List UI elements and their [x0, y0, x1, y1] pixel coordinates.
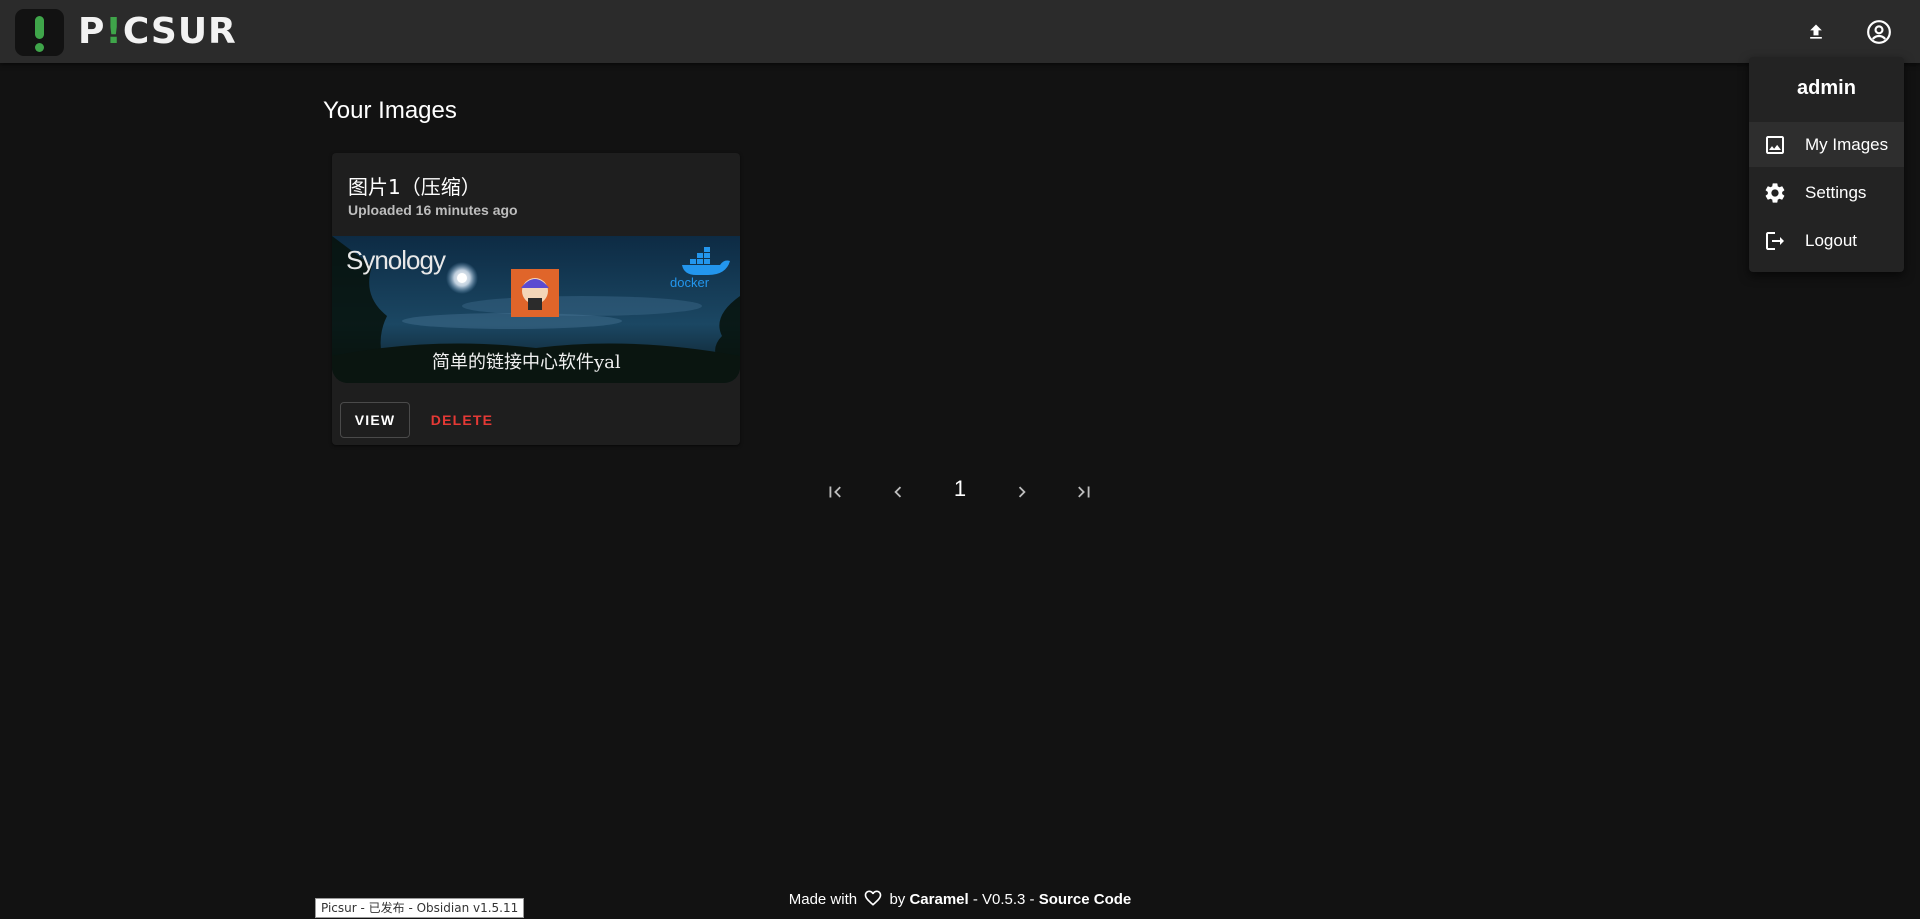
view-button[interactable]: VIEW: [340, 402, 410, 438]
logo-wordmark[interactable]: P!CSUR: [78, 10, 237, 54]
chevron-right-icon: [1018, 486, 1026, 498]
first-page-icon: [829, 486, 841, 498]
upload-button[interactable]: [1799, 15, 1833, 49]
menu-item-logout[interactable]: Logout: [1749, 218, 1904, 263]
author-link[interactable]: Caramel: [909, 891, 968, 908]
thumbnail-tagline: 简单的链接中心软件yal: [432, 352, 621, 373]
image-thumbnail[interactable]: Synology docker 简单的链接中心软件yal: [332, 236, 740, 383]
footer: Made with by Caramel - V0.5.3 - Source C…: [0, 888, 1920, 908]
image-card: 图片1（压缩） Uploaded 16 minutes ago Synology…: [332, 153, 740, 445]
source-code-link[interactable]: Source Code: [1039, 891, 1132, 908]
account-button[interactable]: [1862, 15, 1896, 49]
previous-page-button[interactable]: [880, 474, 916, 510]
upload-time: Uploaded 16 minutes ago: [348, 202, 518, 218]
top-app-bar: P!CSUR: [0, 0, 1920, 63]
svg-text:docker: docker: [670, 275, 710, 290]
delete-button[interactable]: DELETE: [424, 402, 500, 438]
upload-icon: [1810, 24, 1822, 39]
first-page-button[interactable]: [817, 474, 853, 510]
current-page[interactable]: 1: [948, 476, 972, 502]
tab-tooltip: Picsur - 已发布 - Obsidian v1.5.11: [315, 898, 525, 918]
last-page-icon: [1078, 486, 1090, 498]
image-title: 图片1（压缩）: [348, 175, 481, 199]
image-icon: [1766, 136, 1784, 154]
chevron-left-icon: [894, 486, 902, 498]
logo-icon[interactable]: [15, 9, 64, 56]
user-menu: admin My Images Settings Logout: [1749, 57, 1904, 272]
logout-icon: [1766, 232, 1784, 250]
page-title: Your Images: [323, 97, 457, 124]
gear-icon: [1765, 183, 1785, 203]
next-page-button[interactable]: [1004, 474, 1040, 510]
menu-username: admin: [1797, 77, 1856, 99]
menu-item-my-images[interactable]: My Images: [1749, 122, 1904, 167]
heart-icon: [864, 890, 882, 906]
version-text: - V0.5.3 -: [972, 891, 1035, 908]
last-page-button[interactable]: [1066, 474, 1102, 510]
account-circle-icon: [1867, 20, 1891, 44]
menu-item-settings[interactable]: Settings: [1749, 170, 1904, 215]
thumbnail-brand: Synology: [346, 245, 446, 275]
